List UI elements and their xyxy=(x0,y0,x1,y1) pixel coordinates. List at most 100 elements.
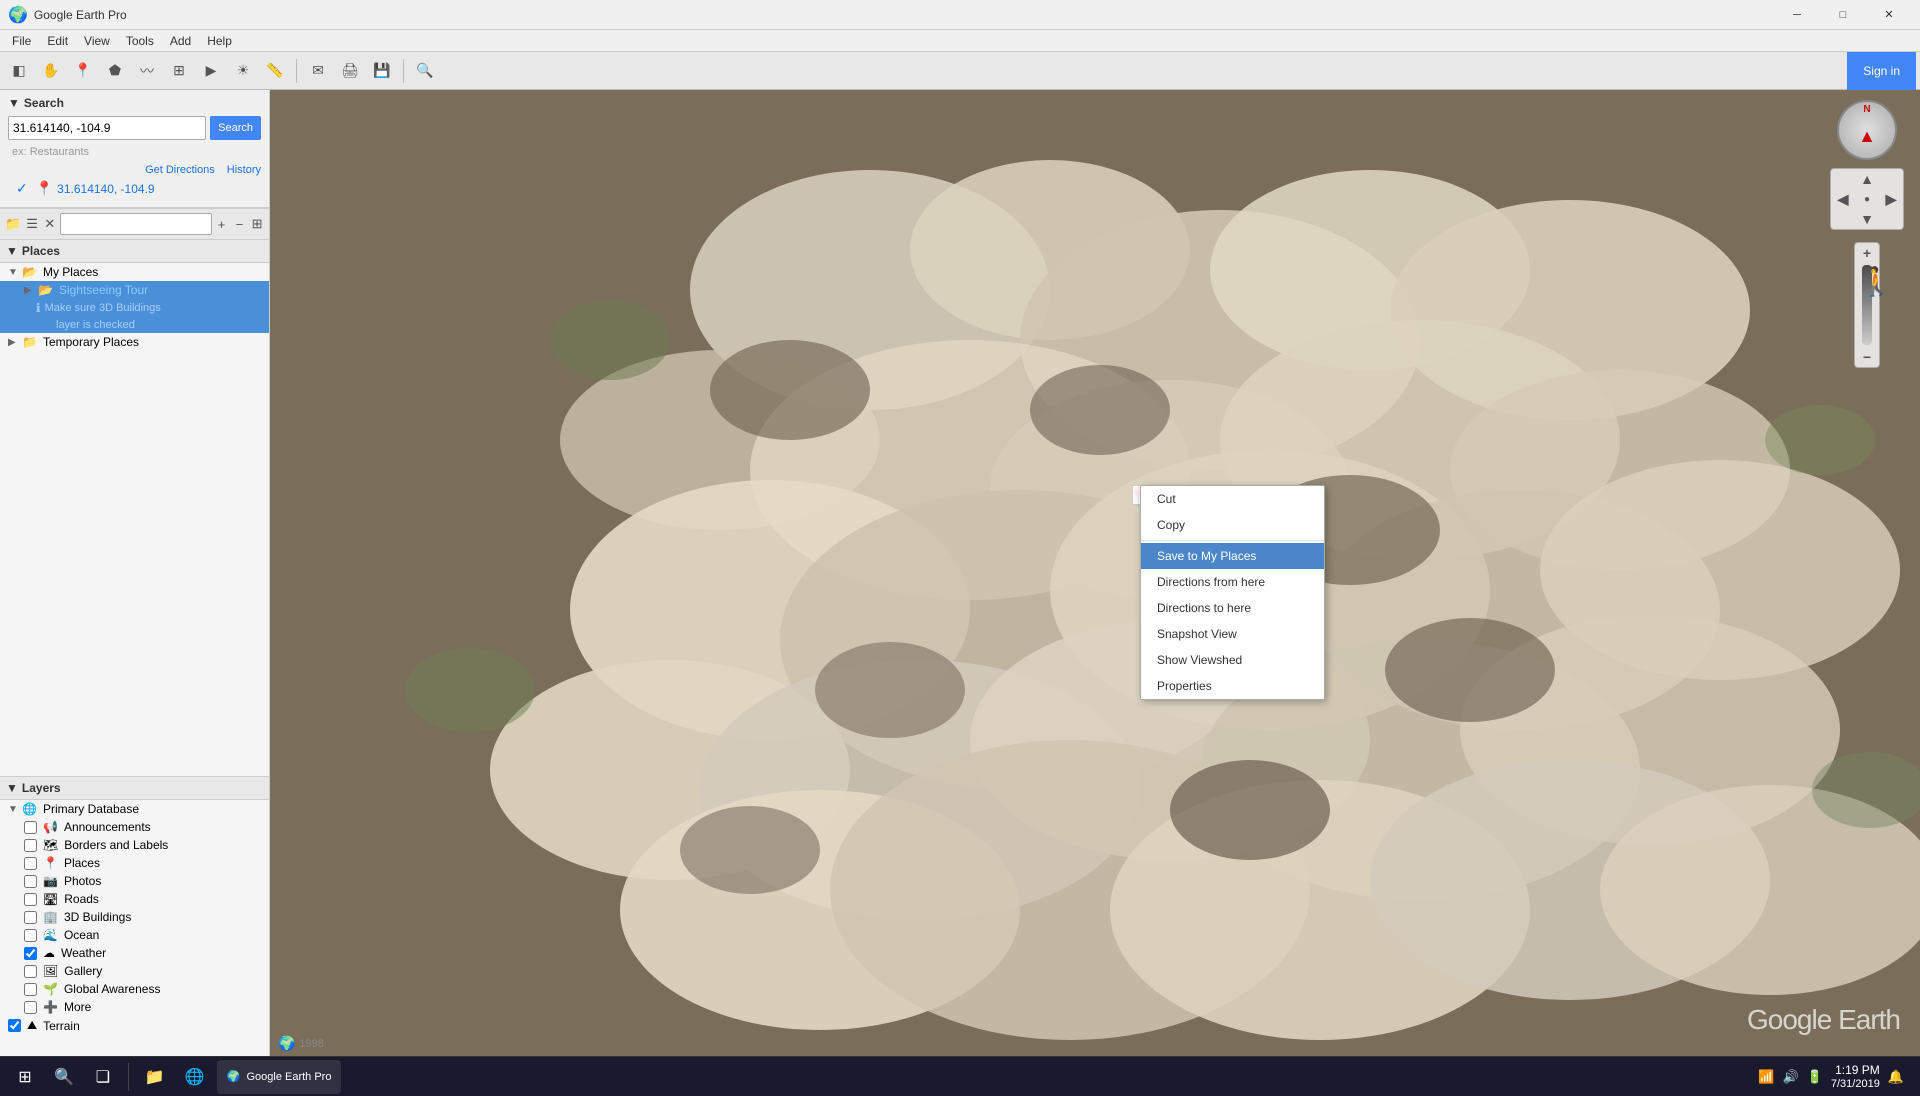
close-places-button[interactable]: ✕ xyxy=(42,212,58,236)
get-directions-link[interactable]: Get Directions xyxy=(145,164,215,176)
layer-photos-check[interactable] xyxy=(24,875,37,888)
email-button[interactable]: ✉ xyxy=(303,56,333,86)
pan-up-button[interactable]: ▲ xyxy=(1855,169,1879,189)
menu-file[interactable]: File xyxy=(4,32,39,50)
pan-center-button[interactable]: ● xyxy=(1855,189,1879,209)
places-add-button[interactable]: + xyxy=(214,212,230,236)
placemark-button[interactable]: 📍 xyxy=(68,56,98,86)
places-remove-button[interactable]: − xyxy=(231,212,247,236)
layer-more[interactable]: ➕ More xyxy=(0,998,269,1016)
menu-help[interactable]: Help xyxy=(199,32,240,50)
layer-announcements-check[interactable] xyxy=(24,821,37,834)
layer-gallery-icon: 🖼 xyxy=(43,964,58,978)
layer-weather[interactable]: ☁ Weather xyxy=(0,944,269,962)
new-folder-button[interactable]: 📁 xyxy=(4,212,22,236)
places-arrow[interactable]: ▼ xyxy=(6,244,18,258)
history-link[interactable]: History xyxy=(227,164,261,176)
start-button[interactable]: ⊞ xyxy=(8,1060,42,1094)
tray-notifications[interactable]: 🔔 xyxy=(1888,1069,1904,1085)
layer-terrain-check[interactable] xyxy=(8,1019,21,1032)
layer-roads-check[interactable] xyxy=(24,893,37,906)
zoom-in-button[interactable]: + xyxy=(1855,243,1879,263)
layer-borders[interactable]: 🗺 Borders and Labels xyxy=(0,836,269,854)
layer-photos[interactable]: 📷 Photos xyxy=(0,872,269,890)
tree-my-places[interactable]: ▼ 📂 My Places xyxy=(0,263,269,281)
menu-edit[interactable]: Edit xyxy=(39,32,76,50)
layer-terrain[interactable]: ⛰ Terrain xyxy=(0,1016,269,1035)
tree-primary-db[interactable]: ▼ 🌐 Primary Database xyxy=(0,800,269,818)
polygon-button[interactable]: ⬟ xyxy=(100,56,130,86)
menu-add[interactable]: Add xyxy=(162,32,199,50)
google-earth-taskbar-item[interactable]: 🌍 Google Earth Pro xyxy=(217,1060,342,1094)
pan-right-button[interactable]: ▶ xyxy=(1879,189,1903,209)
layer-more-check[interactable] xyxy=(24,1001,37,1014)
ctx-save-to-my-places[interactable]: Save to My Places xyxy=(1141,543,1324,569)
sidebar-toggle-button[interactable]: ◧ xyxy=(4,56,34,86)
layer-places[interactable]: 📍 Places xyxy=(0,854,269,872)
task-view-button[interactable]: ❏ xyxy=(86,1060,120,1094)
tour-button[interactable]: ▶ xyxy=(196,56,226,86)
result-pin: 📍 xyxy=(36,180,53,197)
geocoder-button[interactable]: 🔍 xyxy=(410,56,440,86)
layer-ocean-check[interactable] xyxy=(24,929,37,942)
layer-3db-check[interactable] xyxy=(24,911,37,924)
ctx-directions-from[interactable]: Directions from here xyxy=(1141,569,1324,595)
list-view-button[interactable]: ☰ xyxy=(24,212,40,236)
layer-announcements[interactable]: 📢 Announcements xyxy=(0,818,269,836)
ctx-show-viewshed[interactable]: Show Viewshed xyxy=(1141,647,1324,673)
layer-ga-check[interactable] xyxy=(24,983,37,996)
path-button[interactable]: 〰 xyxy=(132,56,162,86)
sun-button[interactable]: ☀ xyxy=(228,56,258,86)
search-placeholder: ex: Restaurants xyxy=(8,144,261,160)
hand-tool-button[interactable]: ✋ xyxy=(36,56,66,86)
layer-weather-check[interactable] xyxy=(24,947,37,960)
temp-places-arrow: ▶ xyxy=(8,337,20,348)
file-explorer-taskbar-button[interactable]: 📁 xyxy=(137,1060,173,1094)
places-more-button[interactable]: ⊞ xyxy=(249,212,265,236)
search-result[interactable]: ✓ 📍 31.614140, -104.9 xyxy=(8,176,261,201)
ruler-button[interactable]: 📏 xyxy=(260,56,290,86)
map-area[interactable]: 📍 31.614140, -104.9 Cut Copy Save to My … xyxy=(270,90,1920,1056)
layer-gallery[interactable]: 🖼 Gallery xyxy=(0,962,269,980)
ctx-cut[interactable]: Cut xyxy=(1141,486,1324,512)
save-image-button[interactable]: 💾 xyxy=(367,56,397,86)
ctx-snapshot-view[interactable]: Snapshot View xyxy=(1141,621,1324,647)
tray-network[interactable]: 📶 xyxy=(1758,1069,1774,1085)
ctx-directions-to[interactable]: Directions to here xyxy=(1141,595,1324,621)
search-taskbar-button[interactable]: 🔍 xyxy=(46,1060,82,1094)
minimize-button[interactable]: ─ xyxy=(1774,0,1820,30)
tree-temporary-places[interactable]: ▶ 📁 Temporary Places xyxy=(0,333,269,351)
layers-arrow[interactable]: ▼ xyxy=(6,781,18,795)
maximize-button[interactable]: □ xyxy=(1820,0,1866,30)
menu-view[interactable]: View xyxy=(76,32,118,50)
layer-gallery-check[interactable] xyxy=(24,965,37,978)
search-chevron[interactable]: ▼ xyxy=(8,96,20,110)
tree-sightseeing-tour[interactable]: ▶ 📂 Sightseeing Tour xyxy=(0,281,269,299)
layer-borders-check[interactable] xyxy=(24,839,37,852)
pan-left-button[interactable]: ◀ xyxy=(1831,189,1855,209)
close-button[interactable]: ✕ xyxy=(1866,0,1912,30)
menu-tools[interactable]: Tools xyxy=(118,32,162,50)
zoom-out-button[interactable]: − xyxy=(1855,347,1879,367)
ctx-copy[interactable]: Copy xyxy=(1141,512,1324,538)
tray-battery[interactable]: 🔋 xyxy=(1807,1069,1823,1085)
pan-down-button[interactable]: ▼ xyxy=(1855,209,1879,229)
sign-in-button[interactable]: Sign in xyxy=(1847,52,1916,90)
layer-3dbuildings[interactable]: 🏢 3D Buildings xyxy=(0,908,269,926)
layer-roads[interactable]: 🛣 Roads xyxy=(0,890,269,908)
street-view-person[interactable]: 🚶 xyxy=(1859,265,1894,298)
layer-ocean[interactable]: 🌊 Ocean xyxy=(0,926,269,944)
browser-taskbar-button[interactable]: 🌐 xyxy=(177,1060,213,1094)
overlay-button[interactable]: ⊞ xyxy=(164,56,194,86)
tree-3d-buildings-note[interactable]: ℹ Make sure 3D Buildings layer is checke… xyxy=(0,299,269,333)
ctx-separator-1 xyxy=(1141,540,1324,541)
layer-places-check[interactable] xyxy=(24,857,37,870)
layer-global-awareness[interactable]: 🌱 Global Awareness xyxy=(0,980,269,998)
search-button[interactable]: Search xyxy=(210,116,261,140)
print-button[interactable]: 🖨 xyxy=(335,56,365,86)
tray-volume[interactable]: 🔊 xyxy=(1783,1069,1799,1085)
places-search-input[interactable] xyxy=(60,213,212,235)
ctx-properties[interactable]: Properties xyxy=(1141,673,1324,699)
compass[interactable]: N ▲ xyxy=(1837,100,1897,160)
search-input[interactable] xyxy=(8,116,206,140)
